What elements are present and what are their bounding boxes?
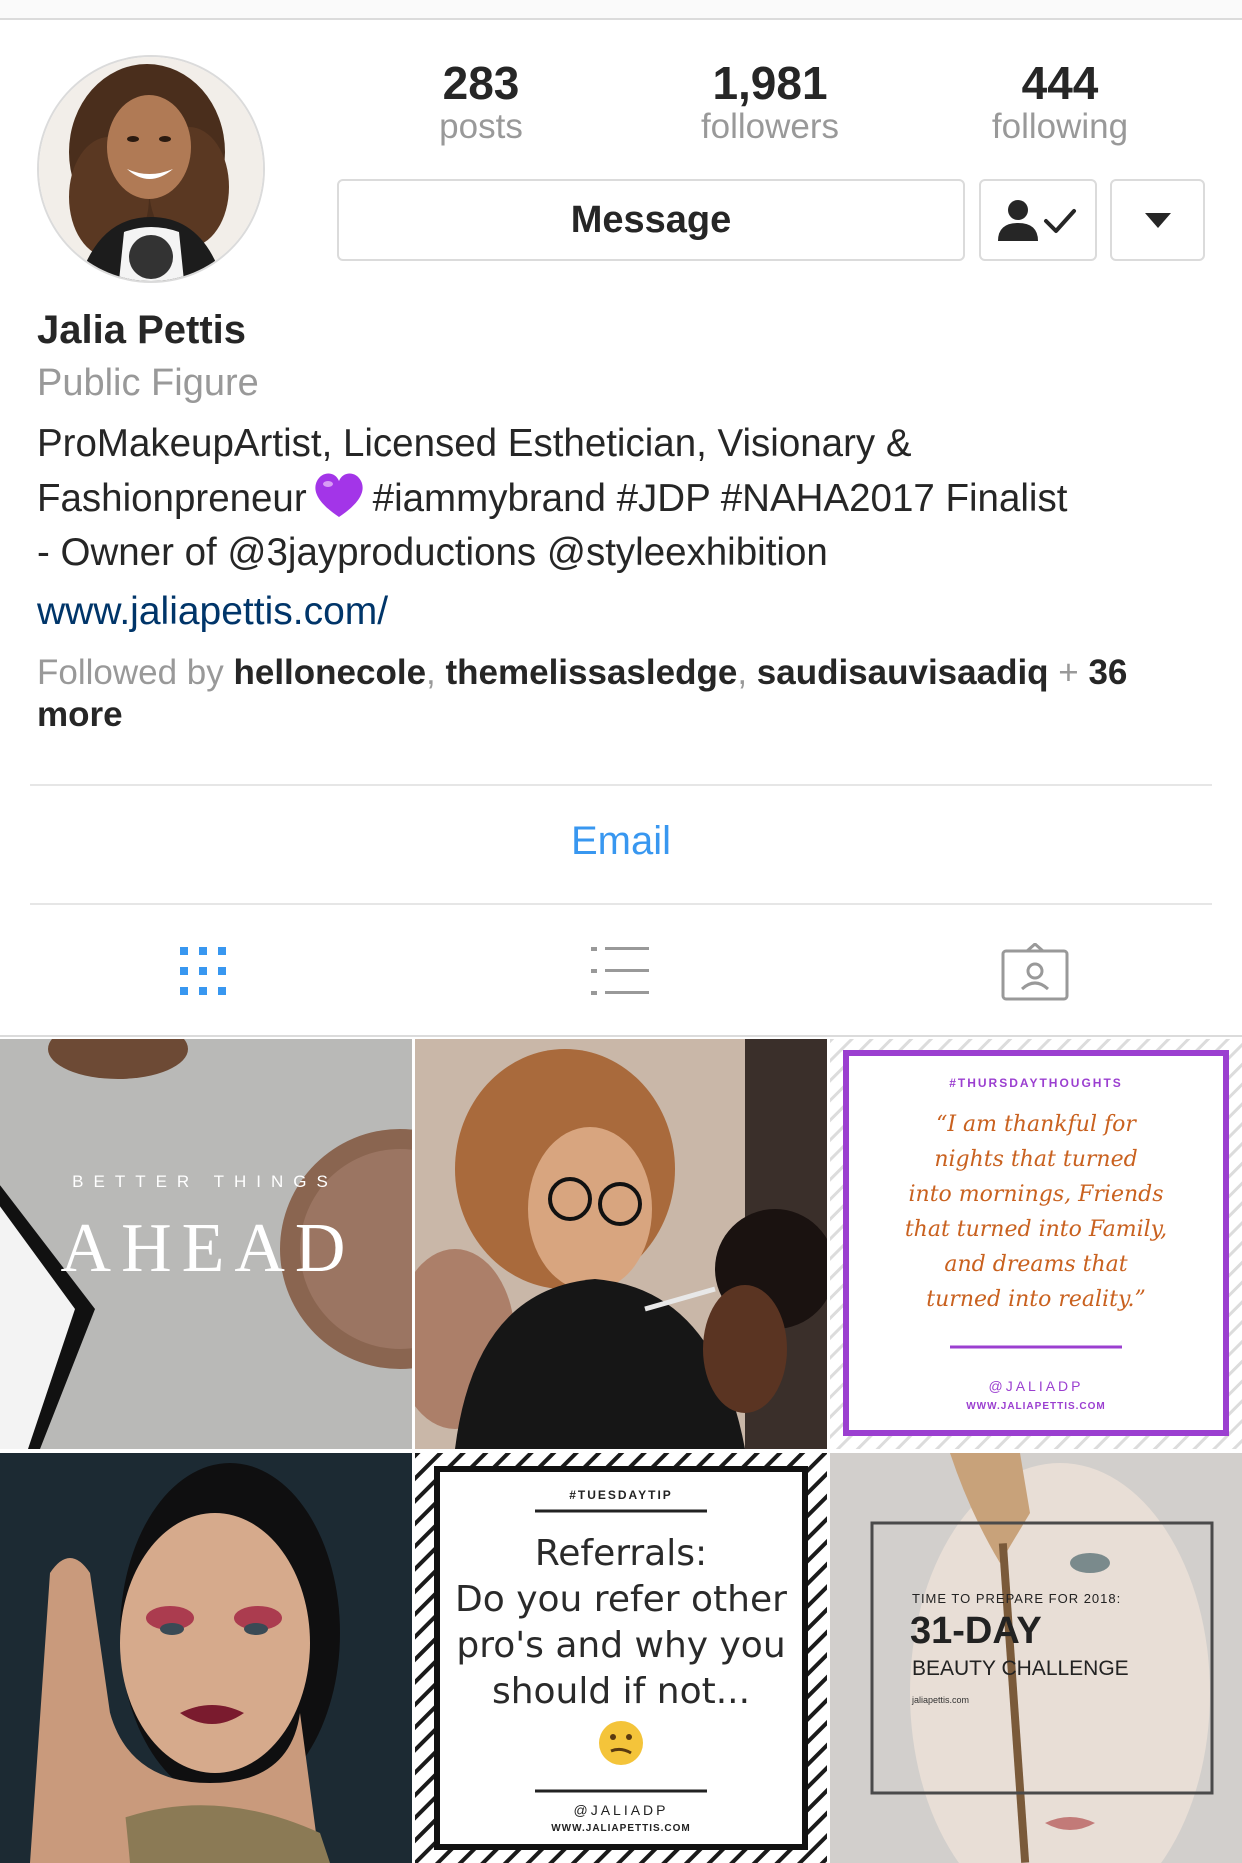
post-image [415, 1039, 827, 1449]
post-text: nights that turned [934, 1147, 1137, 1172]
grid-icon [180, 947, 226, 995]
tab-tagged[interactable] [1000, 942, 1070, 1001]
avatar[interactable] [37, 55, 265, 283]
post-image [0, 1453, 412, 1863]
post-thumbnail[interactable]: TIME TO PREPARE FOR 2018: 31-DAY BEAUTY … [830, 1453, 1242, 1863]
followers-label: followers [700, 106, 840, 146]
posts-label: posts [439, 106, 523, 146]
purple-heart-icon [315, 473, 363, 517]
post-image: #THURSDAYTHOUGHTS “I am thankful for nig… [830, 1039, 1242, 1449]
person-check-icon [998, 200, 1076, 241]
followed-by[interactable]: Followed by hellonecole, themelissasledg… [37, 652, 1217, 736]
tab-list[interactable] [585, 943, 655, 1001]
posts-number: 283 [442, 57, 520, 109]
post-text: and dreams that [944, 1252, 1127, 1277]
post-text: @JALIADP [573, 1802, 668, 1818]
post-text: WWW.JALIAPETTIS.COM [551, 1823, 691, 1834]
profile-category: Public Figure [37, 362, 259, 404]
post-text: BETTER THINGS [72, 1172, 338, 1191]
post-text: #TUESDAYTIP [569, 1488, 673, 1502]
post-thumbnail[interactable]: #THURSDAYTHOUGHTS “I am thankful for nig… [830, 1039, 1242, 1449]
divider [30, 784, 1212, 786]
post-text: TIME TO PREPARE FOR 2018: [912, 1591, 1121, 1606]
bio-line: - Owner of @3jayproductions @styleexhibi… [37, 531, 828, 574]
avatar-photo [39, 57, 263, 281]
post-text: @JALIADP [988, 1378, 1083, 1394]
post-text: Do you refer other [455, 1579, 787, 1620]
followed-by-prefix: Followed by [37, 653, 234, 692]
followers-count[interactable]: 1,981 followers [640, 58, 900, 144]
follower-username[interactable]: themelissasledge [446, 653, 738, 692]
message-button[interactable]: Message [337, 179, 965, 261]
post-text: “I am thankful for [936, 1112, 1137, 1137]
post-image: TIME TO PREPARE FOR 2018: 31-DAY BEAUTY … [830, 1453, 1242, 1863]
following-count[interactable]: 444 following [930, 58, 1190, 144]
bio-text: Fashionpreneur [37, 477, 307, 520]
post-text: Referrals: [535, 1533, 707, 1574]
follower-username[interactable]: saudisauvisaadiq [757, 653, 1049, 692]
post-text: AHEAD [61, 1210, 356, 1287]
follower-username[interactable]: hellonecole [233, 653, 426, 692]
post-thumbnail[interactable]: #TUESDAYTIP Referrals: Do you refer othe… [415, 1453, 827, 1863]
website-link[interactable]: www.jaliapettis.com/ [37, 590, 388, 634]
post-thumbnail[interactable] [415, 1039, 827, 1449]
post-text: pro's and why you [456, 1625, 785, 1666]
post-text: WWW.JALIAPETTIS.COM [966, 1401, 1106, 1412]
following-number: 444 [1021, 57, 1099, 109]
bio-hashtags[interactable]: #iammybrand #JDP #NAHA2017 Finalist [373, 477, 1068, 520]
more-options-button[interactable] [1110, 179, 1205, 261]
list-icon [591, 947, 649, 995]
profile-name: Jalia Pettis [37, 308, 247, 352]
post-text: that turned into Family, [905, 1217, 1167, 1242]
following-label: following [991, 106, 1129, 146]
tagged-icon [1001, 942, 1069, 1001]
email-button[interactable]: Email [0, 819, 1242, 864]
post-image: BETTER THINGS AHEAD [0, 1039, 412, 1449]
post-text: #THURSDAYTHOUGHTS [949, 1076, 1123, 1090]
following-button[interactable] [979, 179, 1097, 261]
post-thumbnail[interactable] [0, 1453, 412, 1863]
post-image: #TUESDAYTIP Referrals: Do you refer othe… [415, 1453, 827, 1863]
post-text: should if not... [492, 1671, 750, 1712]
tab-grid[interactable] [172, 943, 242, 1001]
profile-bio: ProMakeupArtist, Licensed Esthetician, V… [37, 417, 1217, 580]
posts-grid: BETTER THINGS AHEAD #THURSDAYTHOUGHTS “I… [0, 1039, 1242, 1863]
post-text: turned into reality.” [926, 1287, 1145, 1312]
post-text: jaliapettis.com [911, 1695, 969, 1705]
post-text: into mornings, Friends [908, 1182, 1163, 1207]
post-thumbnail[interactable]: BETTER THINGS AHEAD [0, 1039, 412, 1449]
profile-tabs [0, 905, 1242, 1037]
caret-down-icon [1144, 213, 1171, 228]
bio-line: ProMakeupArtist, Licensed Esthetician, V… [37, 422, 912, 465]
post-text: 31-DAY [910, 1610, 1042, 1652]
followers-number: 1,981 [712, 57, 828, 109]
posts-count: 283 posts [351, 58, 611, 144]
status-bar [0, 0, 1242, 20]
followed-by-plus: + [1048, 653, 1089, 692]
post-text: BEAUTY CHALLENGE [912, 1657, 1129, 1680]
